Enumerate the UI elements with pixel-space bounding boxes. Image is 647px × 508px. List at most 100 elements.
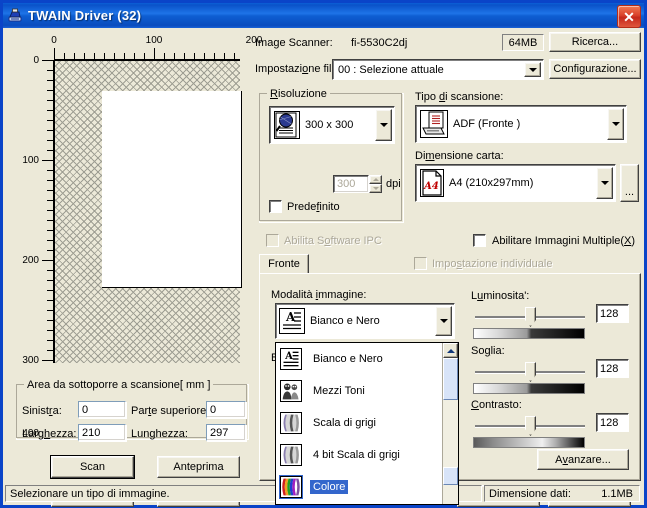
dpi-spinner-down bbox=[369, 184, 382, 193]
scan-type-combo[interactable]: ADF (Fronte ) bbox=[415, 105, 627, 143]
list-item[interactable]: Mezzi Toni bbox=[276, 375, 458, 407]
field-width-input[interactable]: 210 bbox=[78, 424, 126, 441]
individual-setting-label: Impostazione individuale bbox=[432, 258, 553, 270]
search-button[interactable]: Ricerca... bbox=[549, 32, 641, 52]
list-item[interactable]: 4 bit Scala di grigi bbox=[276, 439, 458, 471]
scan-button[interactable]: Scan bbox=[50, 455, 135, 479]
list-item[interactable]: 256 Colori bbox=[276, 503, 458, 508]
field-label-left: Sinistra: bbox=[22, 405, 62, 417]
scroll-thumb-grip[interactable] bbox=[443, 467, 458, 485]
scanner-icon bbox=[7, 8, 23, 24]
individual-setting-checkbox bbox=[414, 257, 427, 270]
default-checkbox-label: Predefinito bbox=[287, 201, 340, 213]
vertical-ruler bbox=[42, 60, 54, 363]
field-length-input[interactable]: 297 bbox=[206, 424, 246, 441]
image-mode-dropdown-list[interactable]: A Bianco e Nero Mezzi Toni Scala di grig… bbox=[275, 342, 459, 505]
black-white-icon: A bbox=[280, 348, 302, 370]
slider-value-0[interactable]: 128 bbox=[596, 304, 629, 323]
default-checkbox[interactable] bbox=[269, 200, 282, 213]
multi-image-checkbox[interactable] bbox=[473, 234, 486, 247]
dpi-input: 300 bbox=[333, 175, 369, 193]
preview-canvas[interactable] bbox=[54, 60, 242, 363]
close-icon[interactable]: ✕ bbox=[617, 5, 641, 28]
data-size-value: 1.1MB bbox=[601, 487, 633, 500]
chevron-down-icon[interactable] bbox=[607, 108, 624, 140]
list-item-label: Bianco e Nero bbox=[313, 353, 383, 365]
window-title: TWAIN Driver (32) bbox=[28, 8, 142, 23]
ipc-checkbox bbox=[266, 234, 279, 247]
list-item[interactable]: A Bianco e Nero bbox=[276, 343, 458, 375]
ipc-checkbox-label: Abilita Software IPC bbox=[284, 235, 382, 247]
resolution-group-title: Risoluzione bbox=[267, 88, 330, 100]
grayscale-icon bbox=[280, 412, 302, 434]
client-area: 0 100 200 0 100 200 300 400 Image Scanne… bbox=[3, 28, 644, 507]
ruler-label-h-0: 0 bbox=[51, 35, 57, 46]
dpi-unit-label: dpi bbox=[386, 178, 401, 190]
multi-image-label: Abilitare Immagini Multiple(X) bbox=[492, 235, 636, 247]
scan-area-group-title: Area da sottoporre a scansione[ mm ] bbox=[24, 379, 214, 391]
scroll-up-button[interactable] bbox=[443, 343, 458, 358]
chevron-down-icon[interactable] bbox=[596, 167, 613, 199]
dpi-spinner-up bbox=[369, 175, 382, 184]
chevron-down-icon[interactable] bbox=[435, 306, 452, 336]
image-mode-combo[interactable]: A Bianco e Nero bbox=[275, 303, 455, 339]
slider-value-1[interactable]: 128 bbox=[596, 359, 629, 378]
preview-button[interactable]: Anteprima bbox=[157, 456, 240, 478]
image-mode-value: Bianco e Nero bbox=[310, 315, 380, 327]
list-item-label: 4 bit Scala di grigi bbox=[313, 449, 400, 461]
files-setting-combo[interactable]: 00 : Selezione attuale bbox=[332, 59, 544, 80]
image-scanner-label: Image Scanner: bbox=[255, 37, 333, 49]
slider-gradient-1 bbox=[473, 383, 585, 394]
field-left-input[interactable]: 0 bbox=[78, 401, 126, 418]
tab-fronte[interactable]: Fronte bbox=[259, 254, 309, 274]
resolution-value: 300 x 300 bbox=[305, 119, 354, 131]
resolution-combo[interactable]: 300 x 300 bbox=[269, 106, 395, 144]
scroll-thumb[interactable] bbox=[443, 358, 458, 400]
scroll-track[interactable] bbox=[443, 400, 458, 504]
field-label-top: Parte superiore: bbox=[131, 405, 210, 417]
configuration-button[interactable]: Configurazione... bbox=[549, 59, 641, 79]
preview-scan-area[interactable] bbox=[102, 91, 242, 288]
dropdown-scrollbar[interactable] bbox=[442, 343, 458, 504]
horizontal-ruler bbox=[54, 48, 240, 60]
chevron-down-icon[interactable] bbox=[375, 109, 392, 141]
gray4bit-icon bbox=[280, 444, 302, 466]
slider-label-2: Contrasto: bbox=[471, 399, 522, 411]
chevron-down-icon[interactable] bbox=[524, 62, 541, 77]
list-item-label: Mezzi Toni bbox=[313, 385, 365, 397]
list-item-label: Colore bbox=[310, 480, 349, 494]
dpi-spinner bbox=[369, 175, 382, 193]
paper-size-combo[interactable]: A4 A4 (210x297mm) bbox=[415, 164, 616, 202]
field-label-width: Larghezza: bbox=[22, 428, 77, 440]
ruler-label-h-100: 100 bbox=[145, 35, 163, 46]
paper-size-label: Dimensione carta: bbox=[415, 150, 504, 162]
image-mode-label: Modalità immagine: bbox=[271, 289, 367, 301]
paper-size-value: A4 (210x297mm) bbox=[449, 177, 534, 189]
data-size-label: Dimensione dati: bbox=[489, 487, 571, 500]
title-bar: TWAIN Driver (32) ✕ bbox=[3, 3, 644, 28]
resolution-magnifier-icon bbox=[274, 111, 300, 139]
scan-type-label: Tipo di scansione: bbox=[415, 91, 504, 103]
svg-text:A: A bbox=[284, 351, 293, 362]
twain-driver-window: TWAIN Driver (32) ✕ 0 100 200 0 100 200 … bbox=[0, 0, 647, 508]
list-item-label: Scala di grigi bbox=[313, 417, 376, 429]
files-setting-value: 00 : Selezione attuale bbox=[338, 63, 444, 76]
paper-size-more-button[interactable]: ... bbox=[620, 164, 639, 202]
slider-gradient-0 bbox=[473, 328, 585, 339]
a4-page-icon: A4 bbox=[420, 169, 444, 197]
field-top-input[interactable]: 0 bbox=[206, 401, 246, 418]
slider-label-1: Soglia: bbox=[471, 345, 505, 357]
scan-type-value: ADF (Fronte ) bbox=[453, 118, 521, 130]
ruler-label-v-300: 300 bbox=[22, 355, 39, 366]
list-item[interactable]: Colore bbox=[276, 471, 458, 503]
advanced-button[interactable]: Av anzare... bbox=[537, 449, 629, 470]
black-white-icon: A bbox=[279, 308, 305, 334]
slider-label-0: Luminosita': bbox=[471, 290, 530, 302]
preview-panel: 0 100 200 0 100 200 300 400 bbox=[8, 31, 262, 439]
data-size-bar: Dimensione dati: 1.1MB bbox=[484, 485, 640, 502]
field-label-length: Lunghezza: bbox=[131, 428, 188, 440]
slider-gradient-2 bbox=[473, 437, 585, 448]
halftone-icon bbox=[280, 380, 302, 402]
slider-value-2[interactable]: 128 bbox=[596, 413, 629, 432]
list-item[interactable]: Scala di grigi bbox=[276, 407, 458, 439]
